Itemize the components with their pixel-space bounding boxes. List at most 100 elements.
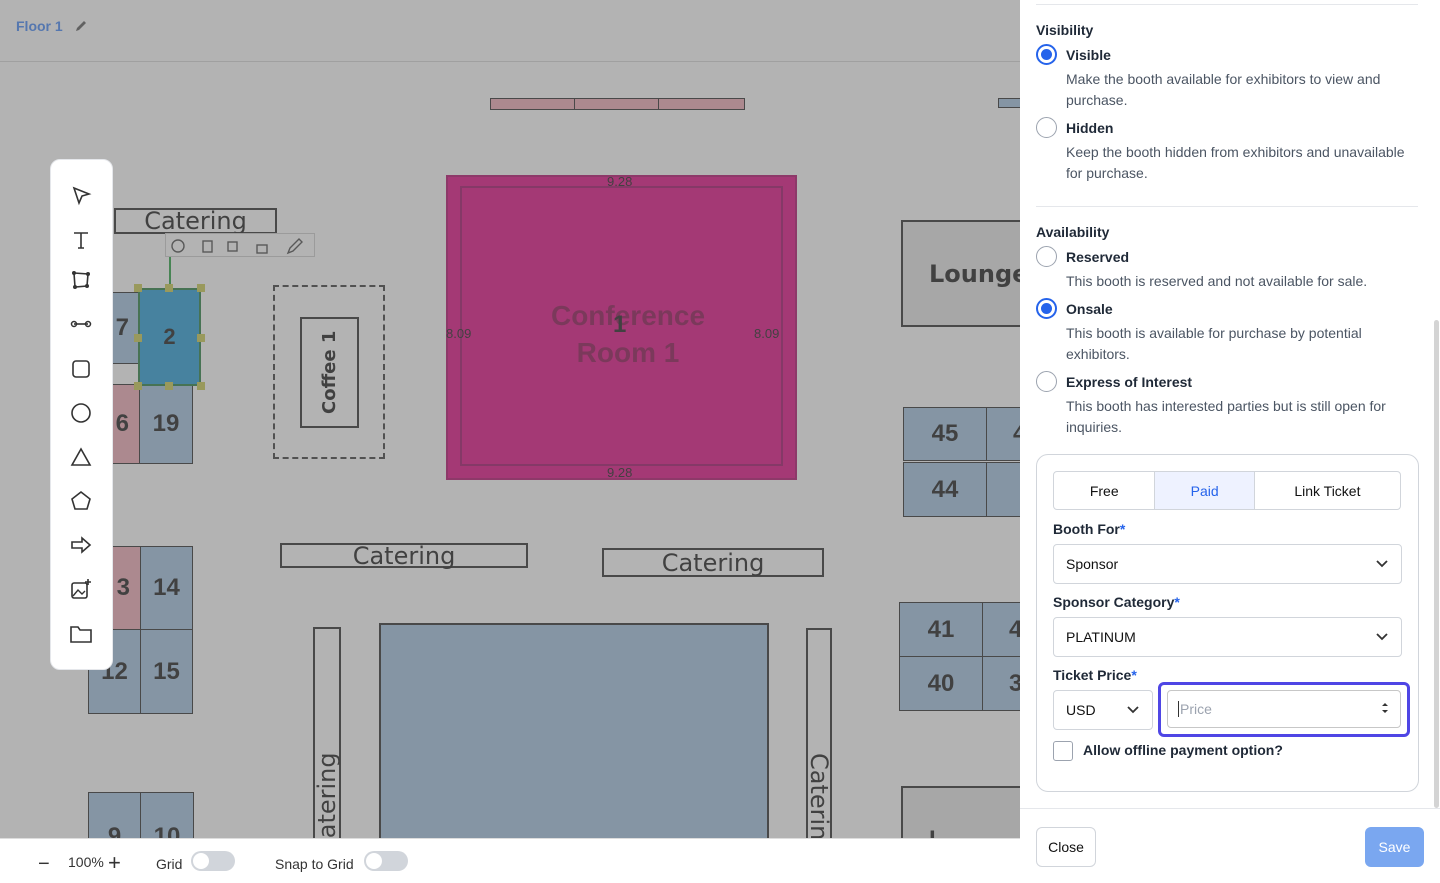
panel-scrollbar[interactable] <box>1434 320 1439 808</box>
number-stepper-icon[interactable] <box>1380 701 1390 718</box>
booth-partial[interactable] <box>986 462 1020 517</box>
lock-icon <box>256 244 268 254</box>
rectangle-tool-icon[interactable] <box>67 355 95 383</box>
save-button[interactable]: Save <box>1365 827 1424 867</box>
ticket-settings-card: Free Paid Link Ticket Booth For* Sponsor… <box>1036 454 1419 792</box>
offline-payment-label[interactable]: Allow offline payment option? <box>1083 742 1283 758</box>
tab-paid[interactable]: Paid <box>1155 472 1255 509</box>
folder-icon[interactable] <box>67 620 95 648</box>
triangle-tool-icon[interactable] <box>67 443 95 471</box>
booth-for-select[interactable]: Sponsor <box>1053 544 1402 584</box>
copy-icon <box>227 241 238 252</box>
pentagon-tool-icon[interactable] <box>67 487 95 515</box>
sponsor-category-select[interactable]: PLATINUM <box>1053 617 1402 657</box>
resize-handle[interactable] <box>134 334 142 342</box>
text-tool-icon[interactable] <box>67 226 95 254</box>
line-tool-icon[interactable] <box>67 310 95 338</box>
visible-label[interactable]: Visible <box>1066 47 1111 63</box>
booth-partial-top[interactable] <box>998 98 1020 108</box>
hidden-label[interactable]: Hidden <box>1066 120 1113 136</box>
lounge-area[interactable]: Lounge <box>901 220 1020 327</box>
booth[interactable]: 4 <box>986 407 1020 461</box>
onsale-description: This booth is available for purchase by … <box>1066 325 1362 362</box>
selected-booth[interactable]: 2 <box>138 288 201 386</box>
resize-handle[interactable] <box>197 284 205 292</box>
booth[interactable]: 19 <box>139 384 193 464</box>
ticket-price-label: Ticket Price* <box>1053 667 1137 683</box>
lounge-area[interactable]: L <box>901 786 1020 838</box>
booth[interactable]: 4 <box>982 602 1020 657</box>
conference-room-name: Conference Room 1 <box>550 300 706 368</box>
catering-area[interactable]: Catering <box>602 548 824 577</box>
onsale-label[interactable]: Onsale <box>1066 301 1113 317</box>
editor-header: Floor 1 <box>0 0 1020 62</box>
currency-value: USD <box>1066 702 1096 718</box>
coffee-station[interactable]: Coffee 1 <box>300 317 359 428</box>
booth[interactable]: 41 <box>899 602 983 657</box>
onsale-radio[interactable] <box>1036 298 1057 319</box>
express-of-interest-radio[interactable] <box>1036 371 1057 392</box>
floor-plan-canvas[interactable]: Catering 7 6 19 2 Coffee 1 Conference Ro… <box>0 62 1020 838</box>
booth[interactable]: 14 <box>140 546 193 630</box>
booth-number: 2 <box>163 324 176 349</box>
express-of-interest-label[interactable]: Express of Interest <box>1066 374 1192 390</box>
currency-select[interactable]: USD <box>1053 690 1153 730</box>
rotate-icon <box>171 239 185 253</box>
dimension-bottom: 9.28 <box>607 465 633 480</box>
availability-title: Availability <box>1036 224 1110 240</box>
conference-room[interactable]: Conference Room 1 1 <box>446 175 797 480</box>
divider <box>1036 206 1418 207</box>
price-input[interactable]: Price <box>1167 690 1401 728</box>
zoom-out-button[interactable]: − <box>38 853 50 876</box>
floor-plan-editor: Floor 1 Catering 7 6 19 2 Coffee 1 Confe… <box>0 0 1020 883</box>
booth-partial-top[interactable] <box>574 98 659 110</box>
snap-to-grid-toggle[interactable] <box>364 851 408 871</box>
booth[interactable]: 15 <box>140 629 193 714</box>
catering-area[interactable]: Catering <box>280 542 528 570</box>
tab-free[interactable]: Free <box>1054 472 1156 509</box>
resize-handle[interactable] <box>134 382 142 390</box>
price-placeholder: Price <box>1178 701 1212 717</box>
rotate-handle-line <box>169 257 171 287</box>
resize-handle[interactable] <box>197 382 205 390</box>
add-image-icon[interactable] <box>67 575 95 603</box>
reserved-label[interactable]: Reserved <box>1066 249 1129 265</box>
catering-area[interactable]: Catering <box>313 627 341 838</box>
hidden-description: Keep the booth hidden from exhibitors an… <box>1066 144 1405 181</box>
grid-label: Grid <box>156 856 183 872</box>
select-tool-icon[interactable] <box>67 182 95 210</box>
dimension-left: 8.09 <box>446 326 472 341</box>
hidden-radio[interactable] <box>1036 117 1057 138</box>
circle-tool-icon[interactable] <box>67 399 95 427</box>
resize-handle[interactable] <box>197 334 205 342</box>
resize-handle[interactable] <box>165 284 173 292</box>
booth[interactable]: 40 <box>899 656 983 711</box>
tab-link-ticket[interactable]: Link Ticket <box>1255 472 1400 509</box>
hall-area[interactable] <box>379 623 769 838</box>
resize-handle[interactable] <box>165 382 173 390</box>
booth-for-label: Booth For* <box>1053 521 1126 537</box>
arrow-tool-icon[interactable] <box>67 531 95 559</box>
visible-radio[interactable] <box>1036 44 1057 65</box>
booth[interactable]: 9 <box>88 792 141 838</box>
booth-partial-top[interactable] <box>490 98 575 110</box>
dimension-right: 8.09 <box>754 326 780 341</box>
booth[interactable]: 10 <box>140 792 194 838</box>
floor-title[interactable]: Floor 1 <box>16 18 63 34</box>
zoom-in-button[interactable]: + <box>108 850 121 876</box>
reserved-radio[interactable] <box>1036 246 1057 267</box>
catering-area[interactable]: Catering <box>114 207 277 235</box>
polygon-points-tool-icon[interactable] <box>67 266 95 294</box>
grid-toggle[interactable] <box>191 851 235 871</box>
trash-icon <box>202 240 213 253</box>
offline-payment-checkbox[interactable] <box>1053 741 1073 761</box>
booth[interactable]: 3 <box>982 656 1020 711</box>
booth-partial-top[interactable] <box>658 98 745 110</box>
booth[interactable]: 45 <box>903 407 987 461</box>
drawing-toolbar <box>50 159 113 670</box>
close-button[interactable]: Close <box>1036 827 1096 867</box>
pencil-icon[interactable] <box>74 19 88 33</box>
catering-area[interactable]: Catering <box>805 628 833 838</box>
booth[interactable]: 44 <box>903 462 987 517</box>
resize-handle[interactable] <box>134 284 142 292</box>
